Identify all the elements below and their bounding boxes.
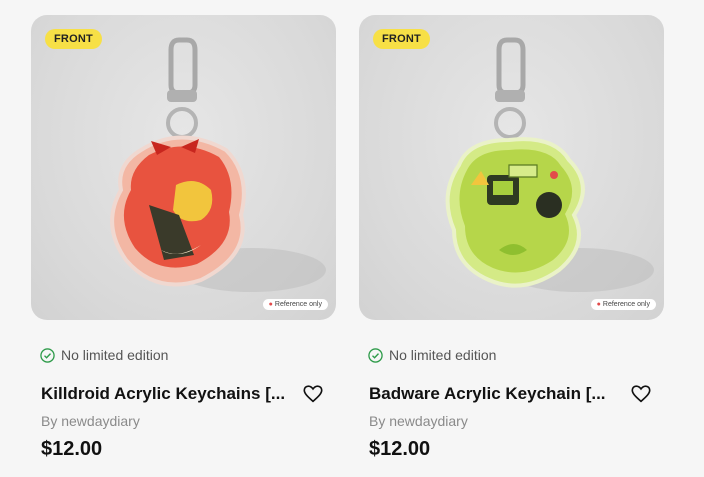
edition-label: No limited edition [389,347,497,363]
product-card[interactable]: FRONT ● Reference only No limited edition… [31,15,336,477]
product-card[interactable]: FRONT ● Reference only No limited edition… [359,15,664,477]
reference-text: Reference only [602,301,650,308]
edition-row: No limited edition [31,345,336,365]
product-price: $12.00 [41,438,103,460]
product-price: $12.00 [369,438,431,460]
seller-name[interactable]: By newdaydiary [31,413,336,429]
keychain-illustration [445,37,654,292]
heart-icon[interactable] [302,383,324,405]
edition-row: No limited edition [359,345,664,365]
seller-name[interactable]: By newdaydiary [359,413,664,429]
product-title[interactable]: Badware Acrylic Keychain [... [369,384,606,404]
heart-icon[interactable] [630,383,652,405]
front-badge: FRONT [373,29,430,49]
reference-label: ● Reference only [590,299,656,310]
product-title[interactable]: Killdroid Acrylic Keychains [... [41,384,285,404]
title-row: Killdroid Acrylic Keychains [... [31,383,336,405]
reference-text: Reference only [274,301,322,308]
keychain-illustration [110,37,326,292]
check-circle-icon [40,347,55,363]
reference-label: ● Reference only [262,299,328,310]
check-circle-icon [368,347,383,363]
product-image[interactable]: FRONT ● Reference only [31,15,336,320]
front-badge: FRONT [45,29,102,49]
edition-label: No limited edition [61,347,169,363]
product-image[interactable]: FRONT ● Reference only [359,15,664,320]
title-row: Badware Acrylic Keychain [... [359,383,664,405]
